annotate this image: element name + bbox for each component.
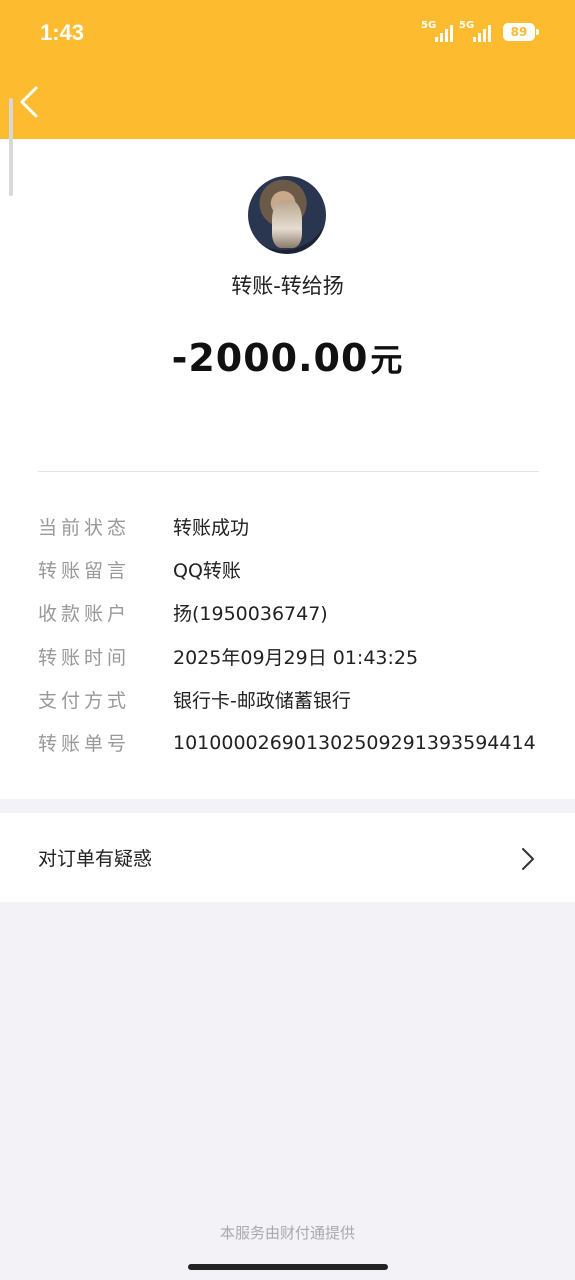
detail-label: 转账留言 <box>38 560 131 583</box>
detail-value: 101000026901302509291393594414 <box>173 731 536 754</box>
detail-label: 当前状态 <box>38 517 131 540</box>
status-icons: 5G 5G 89 <box>421 20 539 44</box>
status-time: 1:43 <box>40 20 85 45</box>
network-label: 5G <box>459 20 475 31</box>
detail-row-payment: 支付方式 银行卡-邮政储蓄银行 <box>38 678 558 721</box>
amount-unit: 元 <box>370 341 404 379</box>
amount-value: -2000.00 <box>171 336 369 380</box>
detail-row-account: 收款账户 扬(1950036747) <box>38 591 558 634</box>
detail-row-time: 转账时间 2025年09月29日 01:43:25 <box>38 635 558 678</box>
detail-row-message: 转账留言 QQ转账 <box>38 548 558 591</box>
footer-note: 本服务由财付通提供 <box>219 1224 355 1242</box>
network-label: 5G <box>421 20 437 31</box>
battery-icon: 89 <box>503 23 539 41</box>
transfer-details: 当前状态 转账成功 转账留言 QQ转账 收款账户 扬(1950036747) 转… <box>38 505 558 764</box>
payee-title: 转账-转给扬 <box>231 274 344 298</box>
divider <box>38 471 539 472</box>
detail-value: 银行卡-邮政储蓄银行 <box>173 689 351 712</box>
detail-label: 支付方式 <box>38 689 131 712</box>
detail-value: 2025年09月29日 01:43:25 <box>173 646 419 669</box>
payee-avatar <box>248 176 326 254</box>
order-question-label: 对订单有疑惑 <box>38 848 153 870</box>
battery-level: 89 <box>510 25 528 39</box>
detail-label: 转账单号 <box>38 733 131 756</box>
scroll-indicator <box>9 98 13 196</box>
signal-icon: 5G <box>421 20 453 44</box>
home-indicator[interactable] <box>188 1264 388 1270</box>
detail-row-status: 当前状态 转账成功 <box>38 505 558 548</box>
back-chevron-icon[interactable] <box>16 84 46 120</box>
cat-image <box>272 200 302 248</box>
detail-label: 转账时间 <box>38 646 131 669</box>
detail-value: QQ转账 <box>173 560 241 583</box>
transfer-amount: -2000.00元 <box>0 335 575 381</box>
order-question-row[interactable]: 对订单有疑惑 <box>0 813 575 902</box>
chevron-right-icon <box>522 848 534 870</box>
signal-icon: 5G <box>459 20 491 44</box>
detail-value: 扬(1950036747) <box>173 603 328 626</box>
detail-label: 收款账户 <box>38 603 131 626</box>
detail-value: 转账成功 <box>173 517 250 540</box>
detail-row-order-id: 转账单号 101000026901302509291393594414 <box>38 721 558 764</box>
header-bar: 1:43 5G 5G 89 <box>0 0 575 139</box>
